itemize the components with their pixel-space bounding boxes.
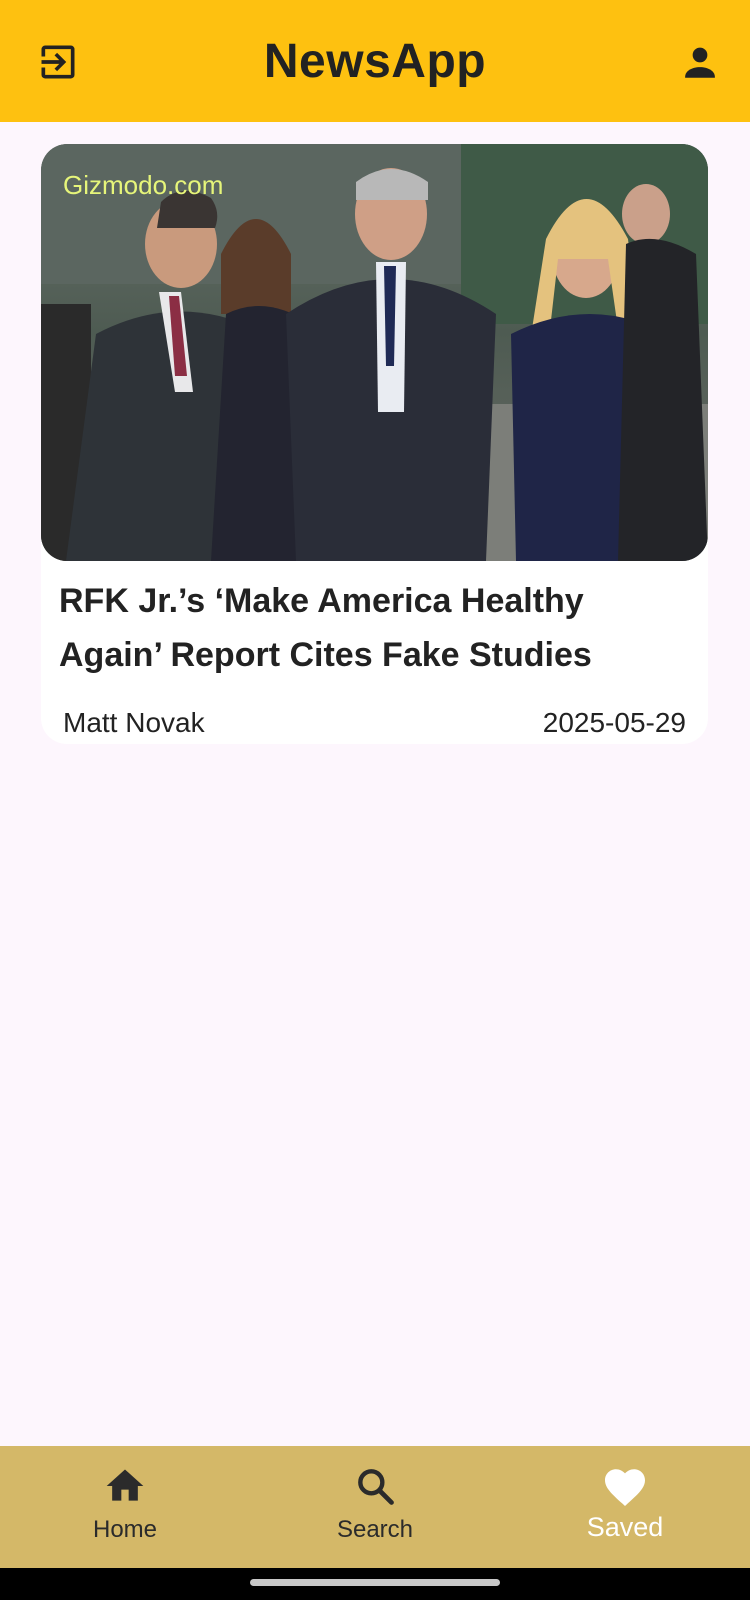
article-photo xyxy=(41,144,708,561)
app-title: NewsApp xyxy=(263,34,487,88)
article-source: Gizmodo.com xyxy=(63,170,224,200)
nav-item-saved[interactable]: Saved xyxy=(500,1446,750,1568)
article-date: 2025-05-29 xyxy=(542,707,686,738)
article-title[interactable]: RFK Jr.’s ‘Make America Healthy Again’ R… xyxy=(59,574,689,682)
nav-label-search: Search xyxy=(336,1516,414,1543)
account-icon xyxy=(685,47,715,78)
home-icon xyxy=(106,1469,144,1501)
top-app-bar: NewsApp xyxy=(0,0,750,122)
article-author: Matt Novak xyxy=(63,707,205,738)
heart-icon xyxy=(605,1469,645,1506)
app-root: NewsApp Gizmodo.com RFK Jr.’s ‘Make Amer… xyxy=(0,0,750,1600)
article-image: Gizmodo.com xyxy=(41,144,708,561)
account-button[interactable] xyxy=(676,38,724,86)
nav-label-home: Home xyxy=(92,1516,158,1543)
home-gesture-handle[interactable] xyxy=(250,1579,500,1586)
article-card[interactable]: Gizmodo.com RFK Jr.’s ‘Make America Heal… xyxy=(41,144,708,744)
logout-button[interactable] xyxy=(34,38,82,86)
nav-item-search[interactable]: Search xyxy=(250,1446,500,1568)
nav-item-home[interactable]: Home xyxy=(0,1446,250,1568)
search-icon xyxy=(358,1469,394,1505)
logout-icon xyxy=(41,45,75,79)
bottom-navigation: Home Search Saved xyxy=(0,1446,750,1568)
nav-label-saved: Saved xyxy=(586,1512,664,1542)
